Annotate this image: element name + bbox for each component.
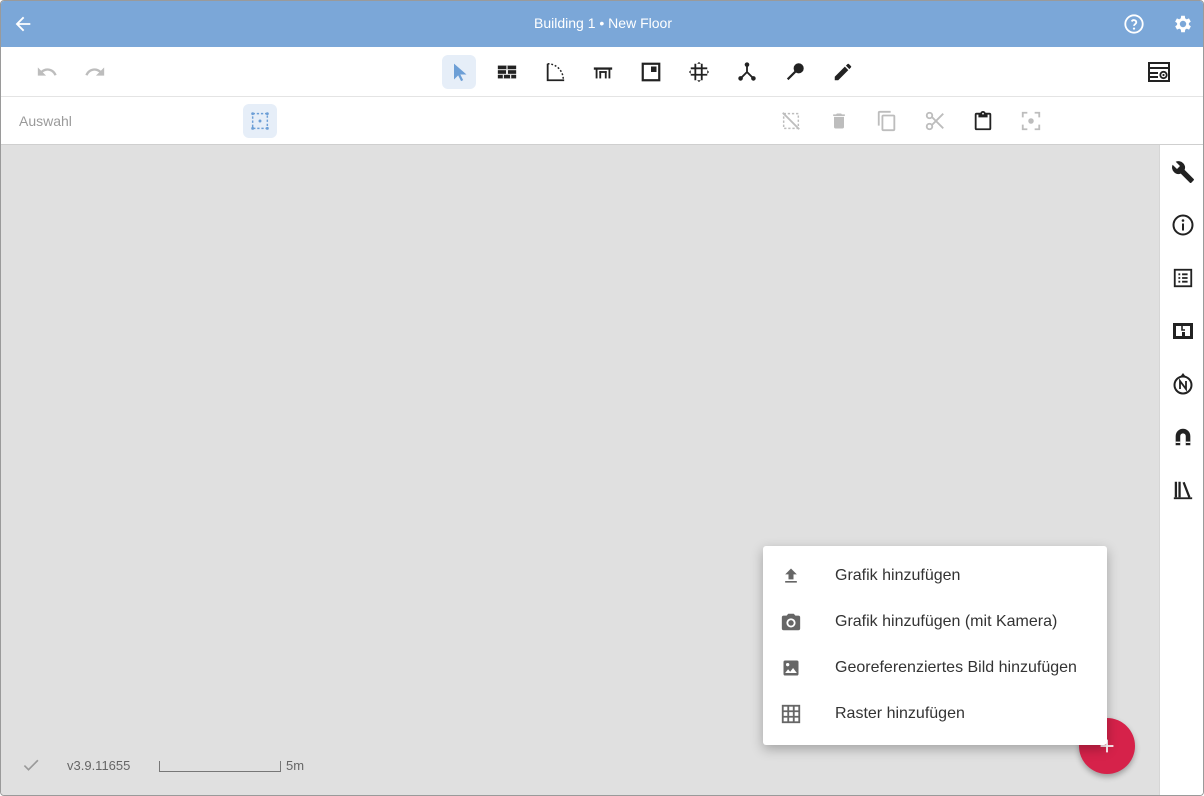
- help-icon[interactable]: [1122, 12, 1146, 36]
- paste-icon[interactable]: [966, 104, 1000, 138]
- undo-icon[interactable]: [30, 55, 64, 89]
- right-sidebar: [1159, 145, 1203, 795]
- wall-icon[interactable]: [490, 55, 524, 89]
- menu-item-add-georeferenced-image[interactable]: Georeferenziertes Bild hinzufügen: [763, 645, 1107, 691]
- grid-move-icon[interactable]: [682, 55, 716, 89]
- node-icon[interactable]: [730, 55, 764, 89]
- scale-label: 5m: [286, 758, 305, 773]
- compass-north-icon[interactable]: [1170, 371, 1196, 397]
- pencil-icon[interactable]: [826, 55, 860, 89]
- delete-icon[interactable]: [822, 104, 856, 138]
- selection-box-icon[interactable]: [243, 104, 277, 138]
- select-pointer-icon[interactable]: [442, 55, 476, 89]
- cut-icon[interactable]: [918, 104, 952, 138]
- menu-item-label: Georeferenziertes Bild hinzufügen: [835, 659, 1077, 676]
- menu-item-add-graphic[interactable]: Grafik hinzufügen: [763, 553, 1107, 599]
- focus-icon[interactable]: [1014, 104, 1048, 138]
- pin-icon[interactable]: [778, 55, 812, 89]
- upload-icon: [779, 564, 803, 588]
- camera-icon: [779, 610, 803, 634]
- menu-item-add-graphic-camera[interactable]: Grafik hinzufügen (mit Kamera): [763, 599, 1107, 645]
- floor-plan-icon[interactable]: [1170, 318, 1196, 344]
- version-label: v3.9.11655: [67, 758, 131, 773]
- info-icon[interactable]: [1170, 212, 1196, 238]
- selection-toolbar: Auswahl: [1, 97, 1203, 145]
- page-title: Building 1 • New Floor: [534, 15, 672, 31]
- redo-icon[interactable]: [78, 55, 112, 89]
- app-window: Building 1 • New Floor Auswahl v3.9.1165…: [0, 0, 1204, 796]
- menu-item-label: Grafik hinzufügen (mit Kamera): [835, 613, 1058, 630]
- wrench-icon[interactable]: [1170, 159, 1196, 185]
- copy-icon[interactable]: [870, 104, 904, 138]
- app-header: Building 1 • New Floor: [1, 1, 1203, 47]
- furniture-icon[interactable]: [586, 55, 620, 89]
- library-icon[interactable]: [1170, 477, 1196, 503]
- menu-item-label: Grafik hinzufügen: [835, 567, 961, 584]
- selection-mode-label: Auswahl: [19, 113, 72, 129]
- image-icon: [779, 656, 803, 680]
- save-status-check-icon: [21, 755, 41, 777]
- settings-icon[interactable]: [1171, 12, 1195, 36]
- room-icon[interactable]: [634, 55, 668, 89]
- list-icon[interactable]: [1170, 265, 1196, 291]
- deselect-icon[interactable]: [774, 104, 808, 138]
- grid-icon: [779, 702, 803, 726]
- layer-view-icon[interactable]: [1142, 55, 1176, 89]
- door-arc-icon[interactable]: [538, 55, 572, 89]
- menu-item-label: Raster hinzufügen: [835, 705, 965, 722]
- magnet-icon[interactable]: [1170, 424, 1196, 450]
- main-toolbar: [1, 47, 1203, 97]
- scale-bar: [159, 761, 281, 772]
- add-menu: Grafik hinzufügen Grafik hinzufügen (mit…: [763, 546, 1107, 745]
- menu-item-add-grid[interactable]: Raster hinzufügen: [763, 691, 1107, 737]
